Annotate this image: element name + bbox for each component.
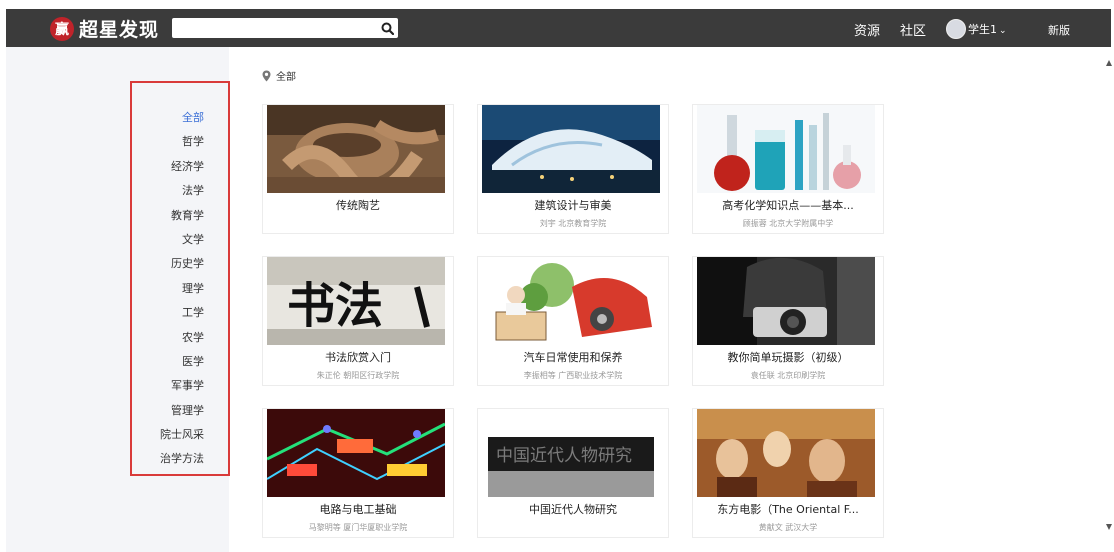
search-box (172, 18, 398, 39)
user-name: 学生1 (968, 23, 997, 36)
history-title-art: 中国近代人物研究 (496, 446, 632, 466)
course-thumbnail (267, 409, 445, 497)
category-item[interactable]: 历史学 (160, 252, 204, 276)
category-item[interactable]: 医学 (160, 350, 204, 374)
course-thumbnail (482, 257, 660, 345)
course-author: 李振相等 广西职业技术学院 (523, 371, 623, 380)
category-highlight-box: 全部 哲学 经济学 法学 教育学 文学 历史学 理学 工学 农学 医学 军事学 管理学 院士风采 治学方法 (130, 81, 230, 476)
course-title[interactable]: 中国近代人物研究 (478, 501, 668, 517)
logo-badge-icon: 赢 (50, 16, 74, 41)
category-item[interactable]: 法学 (160, 179, 204, 203)
category-item[interactable]: 理学 (160, 277, 204, 301)
course-title[interactable]: 教你简单玩摄影（初级） (693, 349, 883, 365)
course-card-pottery[interactable]: 传统陶艺 (262, 104, 454, 234)
course-thumbnail (697, 105, 875, 193)
course-thumbnail (267, 105, 445, 193)
course-thumbnail (482, 105, 660, 193)
nav-resources[interactable]: 资源 (854, 20, 880, 39)
category-item[interactable]: 工学 (160, 301, 204, 325)
scrollbar[interactable] (1106, 60, 1112, 530)
breadcrumb: 全部 (262, 68, 296, 83)
category-item[interactable]: 哲学 (160, 130, 204, 154)
chevron-down-icon: ⌄ (999, 26, 1007, 36)
nav-community[interactable]: 社区 (900, 20, 926, 39)
course-author: 顾振蓉 北京大学附属中学 (742, 219, 834, 228)
course-thumbnail (697, 257, 875, 345)
course-card-film[interactable]: 东方电影（The Oriental F... 黄献文 武汉大学 (692, 408, 884, 538)
course-title[interactable]: 高考化学知识点——基本... (693, 197, 883, 213)
avatar[interactable] (946, 19, 966, 39)
course-card-calligraphy[interactable]: 书法 书法欣赏入门 朱正伦 朝阳区行政学院 (262, 256, 454, 386)
new-version-link[interactable]: 新版 (1048, 22, 1070, 38)
course-title[interactable]: 东方电影（The Oriental F... (693, 501, 883, 517)
category-item[interactable]: 管理学 (160, 399, 204, 423)
course-author: 袁任联 北京印刷学院 (750, 371, 826, 380)
user-menu[interactable]: 学生1 ⌄ (968, 21, 1007, 37)
logo[interactable]: 赢 超星发现 (50, 15, 159, 42)
course-title[interactable]: 电路与电工基础 (263, 501, 453, 517)
search-button[interactable] (376, 18, 398, 38)
category-item[interactable]: 院士风采 (160, 423, 204, 447)
course-title[interactable]: 书法欣赏入门 (263, 349, 453, 365)
course-card-photography[interactable]: 教你简单玩摄影（初级） 袁任联 北京印刷学院 (692, 256, 884, 386)
top-navbar: 赢 超星发现 资源 社区 学生1 ⌄ 新版 (6, 9, 1111, 47)
course-card-architecture[interactable]: 建筑设计与审美 刘宇 北京教育学院 (477, 104, 669, 234)
category-item[interactable]: 教育学 (160, 204, 204, 228)
course-card-chemistry[interactable]: 高考化学知识点——基本... 顾振蓉 北京大学附属中学 (692, 104, 884, 234)
calligraphy-art: 书法 (287, 278, 383, 334)
course-title[interactable]: 传统陶艺 (263, 197, 453, 213)
course-card-history[interactable]: 中国近代人物研究 中国近代人物研究 (477, 408, 669, 538)
category-item[interactable]: 全部 (160, 106, 204, 130)
category-item[interactable]: 经济学 (160, 155, 204, 179)
course-thumbnail: 中国近代人物研究 (482, 409, 660, 497)
course-author: 黄献文 武汉大学 (758, 523, 818, 532)
course-thumbnail (697, 409, 875, 497)
course-card-circuits[interactable]: 电路与电工基础 马黎明等 厦门华厦职业学院 (262, 408, 454, 538)
course-author: 朱正伦 朝阳区行政学院 (316, 371, 400, 380)
course-thumbnail: 书法 (267, 257, 445, 345)
category-item[interactable]: 治学方法 (160, 447, 204, 471)
category-item[interactable]: 文学 (160, 228, 204, 252)
category-item[interactable]: 农学 (160, 326, 204, 350)
course-title[interactable]: 汽车日常使用和保养 (478, 349, 668, 365)
logo-text: 超星发现 (79, 19, 160, 41)
breadcrumb-label[interactable]: 全部 (276, 68, 296, 83)
course-title[interactable]: 建筑设计与审美 (478, 197, 668, 213)
course-card-car[interactable]: 汽车日常使用和保养 李振相等 广西职业技术学院 (477, 256, 669, 386)
search-icon (381, 22, 394, 35)
course-author: 马黎明等 厦门华厦职业学院 (308, 523, 408, 532)
category-item[interactable]: 军事学 (160, 374, 204, 398)
location-pin-icon (262, 70, 271, 81)
course-author: 刘宇 北京教育学院 (539, 219, 607, 228)
search-input[interactable] (176, 19, 375, 39)
category-list: 全部 哲学 经济学 法学 教育学 文学 历史学 理学 工学 农学 医学 军事学 管理学 院士风采 治学方法 (160, 106, 204, 472)
